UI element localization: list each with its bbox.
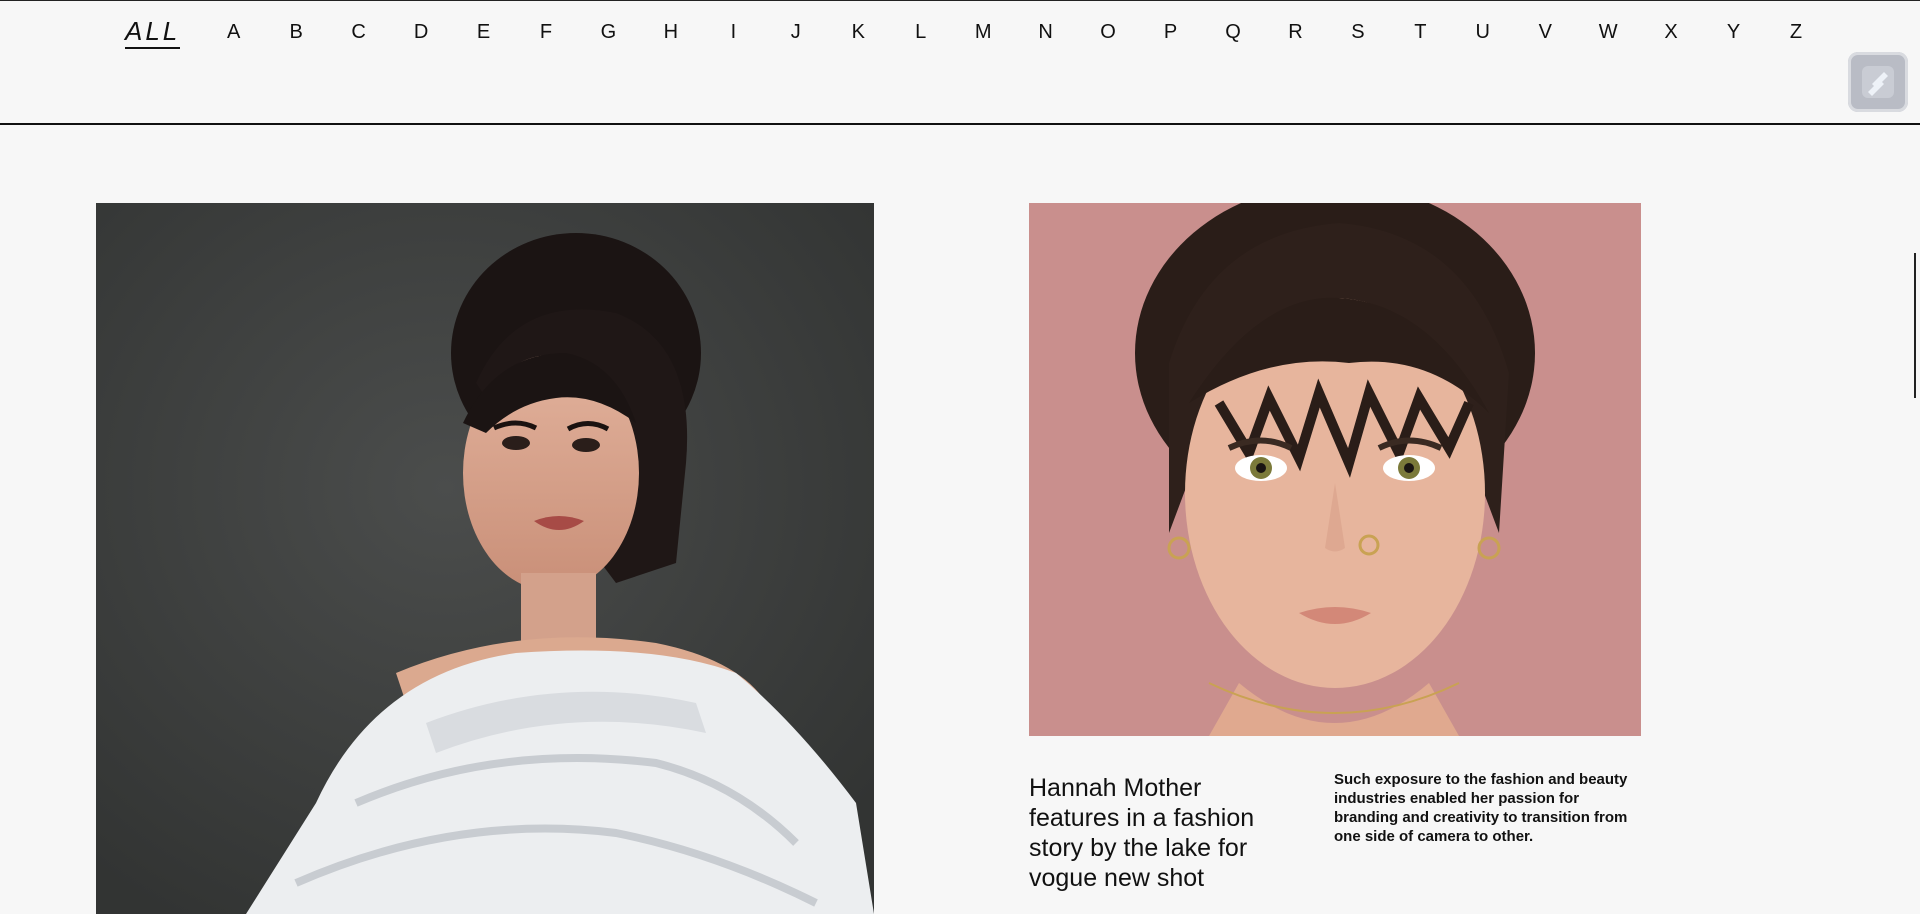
filter-letter-l[interactable]: L bbox=[912, 17, 930, 47]
filter-letter-z[interactable]: Z bbox=[1787, 17, 1805, 47]
filter-letter-q[interactable]: Q bbox=[1224, 17, 1242, 47]
filter-letter-k[interactable]: K bbox=[849, 17, 867, 47]
filter-letter-f[interactable]: F bbox=[537, 17, 555, 47]
filter-letter-u[interactable]: U bbox=[1474, 17, 1492, 47]
filter-letter-j[interactable]: J bbox=[787, 17, 805, 47]
filter-letter-t[interactable]: T bbox=[1411, 17, 1429, 47]
alphabet-filter-list: ALL A B C D E F G H I J K L M N O P Q R S T U V W X Y Z bbox=[125, 12, 1805, 52]
filter-letter-o[interactable]: O bbox=[1099, 17, 1117, 47]
portrait-photo-white-dress[interactable] bbox=[96, 203, 874, 914]
feature-headline[interactable]: Hannah Mother features in a fashion stor… bbox=[1029, 773, 1259, 893]
filter-letter-n[interactable]: N bbox=[1037, 17, 1055, 47]
filter-all[interactable]: ALL bbox=[125, 16, 181, 49]
filter-letter-r[interactable]: R bbox=[1286, 17, 1304, 47]
portrait-photo-pink-background[interactable] bbox=[1029, 203, 1641, 736]
filter-letter-g[interactable]: G bbox=[599, 17, 617, 47]
floating-edit-button[interactable] bbox=[1848, 52, 1908, 112]
filter-letter-x[interactable]: X bbox=[1662, 17, 1680, 47]
portrait-image bbox=[1029, 203, 1641, 736]
filter-letter-b[interactable]: B bbox=[287, 17, 305, 47]
filter-letter-h[interactable]: H bbox=[662, 17, 680, 47]
filter-letter-c[interactable]: C bbox=[350, 17, 368, 47]
filter-letter-y[interactable]: Y bbox=[1724, 17, 1742, 47]
filter-letter-p[interactable]: P bbox=[1162, 17, 1180, 47]
feature-description: Such exposure to the fashion and beauty … bbox=[1334, 771, 1628, 845]
filter-letter-e[interactable]: E bbox=[475, 17, 493, 47]
scrollbar-thumb[interactable] bbox=[1914, 253, 1916, 398]
filter-letter-d[interactable]: D bbox=[412, 17, 430, 47]
filter-letter-a[interactable]: A bbox=[225, 17, 243, 47]
filter-letter-w[interactable]: W bbox=[1599, 17, 1618, 47]
filter-letter-i[interactable]: I bbox=[724, 17, 742, 47]
filter-letter-s[interactable]: S bbox=[1349, 17, 1367, 47]
page: ALL A B C D E F G H I J K L M N O P Q R S T U V W X Y Z Hannah Mo… bbox=[0, 0, 1920, 914]
alphabet-filter-bar: ALL A B C D E F G H I J K L M N O P Q R S T U V W X Y Z bbox=[0, 0, 1920, 125]
pen-icon bbox=[1862, 66, 1894, 98]
filter-letter-m[interactable]: M bbox=[974, 17, 992, 47]
portrait-image bbox=[96, 203, 874, 914]
filter-letter-v[interactable]: V bbox=[1536, 17, 1554, 47]
